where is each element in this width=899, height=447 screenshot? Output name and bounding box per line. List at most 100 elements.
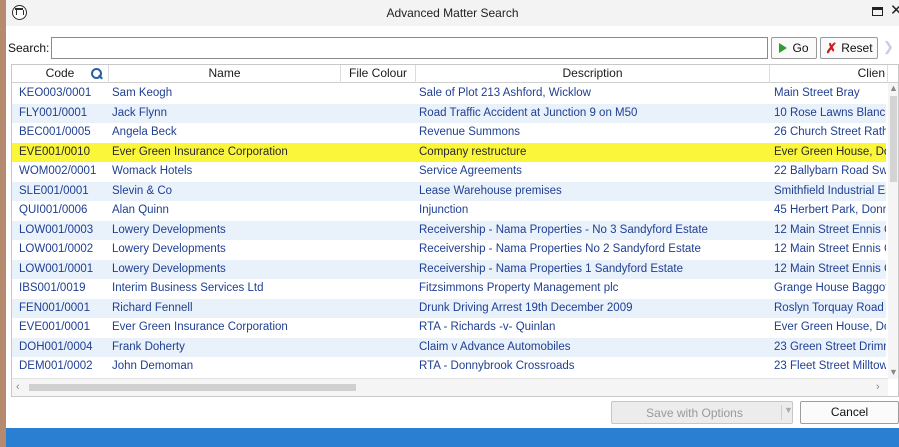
- cell-client: Ever Green House, Do: [774, 145, 886, 158]
- cell-description: Sale of Plot 213 Ashford, Wicklow: [419, 87, 591, 99]
- search-input[interactable]: [51, 37, 768, 59]
- cell-client: 10 Rose Lawns Blancha: [774, 106, 886, 119]
- save-with-options-label: Save with Options: [646, 406, 743, 420]
- column-header-file-colour[interactable]: File Colour: [341, 65, 416, 83]
- search-icon[interactable]: [89, 67, 103, 81]
- table-row[interactable]: KEO003/0001 Sam Keogh Sale of Plot 213 Ash…: [12, 84, 886, 104]
- cell-code: IBS001/0019: [19, 282, 86, 294]
- horizontal-scroll-thumb[interactable]: [29, 384, 356, 391]
- cell-name: Slevin & Co: [112, 184, 173, 197]
- go-button[interactable]: Go: [771, 37, 817, 59]
- cell-name: Interim Business Services Ltd: [112, 282, 264, 294]
- search-label: Search:: [8, 41, 50, 55]
- save-divider: [781, 405, 782, 420]
- table-row[interactable]: WOM002/0001 Womack Hotels Service Agreemen…: [12, 162, 886, 182]
- table-row[interactable]: FEN001/0001 Richard Fennell Drunk Driving …: [12, 298, 886, 318]
- table-row[interactable]: SLE001/0001 Slevin & Co Lease Warehouse pr…: [12, 181, 886, 201]
- table-row[interactable]: EVE001/0010 Ever Green Insurance Corporat…: [12, 142, 886, 162]
- table-row[interactable]: LOW001/0001 Lowery Developments Receiversh…: [12, 259, 886, 279]
- table-row[interactable]: QUI001/0006 Alan Quinn Injunction 45 Herber…: [12, 201, 886, 221]
- cell-code: BEC001/0005: [19, 126, 91, 138]
- table-row[interactable]: IBS001/0019 Interim Business Services Ltd…: [12, 279, 886, 299]
- cell-description: Lease Warehouse premises: [419, 184, 562, 197]
- column-header-description[interactable]: Description: [416, 65, 770, 83]
- maximize-icon[interactable]: [872, 7, 883, 16]
- cell-code: SLE001/0001: [19, 184, 89, 197]
- advanced-matter-search-window: Advanced Matter Search ✕ Search: Go ✗ Re…: [0, 0, 899, 447]
- table-row[interactable]: DOH001/0004 Frank Doherty Claim v Advance …: [12, 337, 886, 357]
- cell-client: 12 Main Street Ennis C: [774, 223, 886, 236]
- cell-description: Fitzsimmons Property Management plc: [419, 282, 619, 294]
- cell-description: RTA - Richards -v- Quinlan: [419, 321, 556, 333]
- cell-code: LOW001/0002: [19, 243, 94, 255]
- cell-name: Lowery Developments: [112, 223, 226, 236]
- table-row[interactable]: EVE001/0001 Ever Green Insurance Corporat…: [12, 318, 886, 338]
- cell-code: WOM002/0001: [19, 165, 97, 177]
- cell-client: Ever Green House, Do: [774, 321, 886, 333]
- cell-description: Receivership - Nama Properties 1 Sandyfo…: [419, 262, 683, 275]
- cell-name: John Demoman: [112, 360, 194, 372]
- cell-code: KEO003/0001: [19, 87, 92, 99]
- column-header-code[interactable]: Code: [12, 65, 109, 83]
- table-row[interactable]: LOW001/0003 Lowery Developments Receiversh…: [12, 220, 886, 240]
- cell-client: 22 Ballybarn Road Swo: [774, 165, 886, 177]
- scroll-down-icon[interactable]: ▼: [889, 367, 898, 377]
- cell-description: Drunk Driving Arrest 19th December 2009: [419, 301, 633, 314]
- cell-name: Angela Beck: [112, 126, 177, 138]
- cell-name: Alan Quinn: [112, 204, 169, 216]
- reset-button[interactable]: ✗ Reset: [820, 37, 878, 59]
- cell-name: Ever Green Insurance Corporation: [112, 145, 288, 158]
- cell-description: Company restructure: [419, 145, 527, 158]
- collapse-chevron-icon[interactable]: ❯: [883, 39, 897, 57]
- window-left-border: [0, 0, 6, 447]
- cell-code: FLY001/0001: [19, 106, 88, 119]
- cancel-button[interactable]: Cancel: [800, 401, 899, 424]
- table-row[interactable]: DEM001/0002 John Demoman RTA - Donnybrook …: [12, 357, 886, 377]
- reset-label: Reset: [841, 41, 873, 55]
- cell-name: Jack Flynn: [112, 106, 167, 119]
- cell-name: Lowery Developments: [112, 243, 226, 255]
- cell-client: 26 Church Street Rathg: [774, 126, 886, 138]
- grid-header: Code Name File Colour Description Clien: [12, 65, 898, 83]
- cell-name: Richard Fennell: [112, 301, 193, 314]
- title-bar[interactable]: Advanced Matter Search ✕: [6, 0, 899, 26]
- vertical-scrollbar[interactable]: ▲ ▼: [888, 83, 898, 379]
- cell-code: LOW001/0001: [19, 262, 94, 275]
- matter-results-grid: Code Name File Colour Description Clien …: [11, 64, 899, 397]
- table-row[interactable]: BEC001/0005 Angela Beck Revenue Summons 26 …: [12, 123, 886, 143]
- search-bar: Search: Go ✗ Reset ❯: [6, 37, 899, 61]
- cell-client: Grange House Baggot: [774, 282, 886, 294]
- cell-code: EVE001/0010: [19, 145, 90, 158]
- table-row[interactable]: FLY001/0001 Jack Flynn Road Traffic Accide…: [12, 103, 886, 123]
- cell-name: Ever Green Insurance Corporation: [112, 321, 288, 333]
- go-label: Go: [792, 41, 809, 55]
- cell-description: Road Traffic Accident at Junction 9 on M…: [419, 106, 638, 119]
- cell-code: QUI001/0006: [19, 204, 88, 216]
- cell-description: RTA - Donnybrook Crossroads: [419, 360, 575, 372]
- save-with-options-button[interactable]: Save with Options ▼: [611, 401, 793, 424]
- cell-description: Service Agreements: [419, 165, 522, 177]
- chevron-down-icon[interactable]: ▼: [784, 405, 793, 415]
- close-icon[interactable]: ✕: [890, 3, 899, 19]
- cell-code: FEN001/0001: [19, 301, 90, 314]
- scroll-left-icon[interactable]: ‹: [16, 381, 20, 393]
- cell-description: Injunction: [419, 204, 469, 216]
- cell-code: DOH001/0004: [19, 340, 93, 353]
- scroll-right-icon[interactable]: ›: [876, 381, 880, 393]
- cell-client: 23 Fleet Street Milltow: [774, 360, 886, 372]
- cell-code: DEM001/0002: [19, 360, 93, 372]
- vertical-scroll-thumb[interactable]: [890, 96, 897, 182]
- table-row[interactable]: LOW001/0002 Lowery Developments Receiversh…: [12, 240, 886, 260]
- column-header-name[interactable]: Name: [109, 65, 341, 83]
- column-header-client[interactable]: Clien: [770, 65, 888, 83]
- cell-description: Revenue Summons: [419, 126, 520, 138]
- status-bar: [6, 428, 899, 447]
- horizontal-scrollbar[interactable]: ‹ ›: [12, 378, 888, 396]
- cell-client: Roslyn Torquay Road I: [774, 301, 886, 314]
- cell-description: Receivership - Nama Properties No 2 Sand…: [419, 243, 701, 255]
- cell-description: Receivership - Nama Properties - No 3 Sa…: [419, 223, 708, 236]
- window-title: Advanced Matter Search: [386, 6, 519, 20]
- scroll-up-icon[interactable]: ▲: [889, 83, 898, 93]
- cell-client: 45 Herbert Park, Donn: [774, 204, 886, 216]
- cell-name: Frank Doherty: [112, 340, 185, 353]
